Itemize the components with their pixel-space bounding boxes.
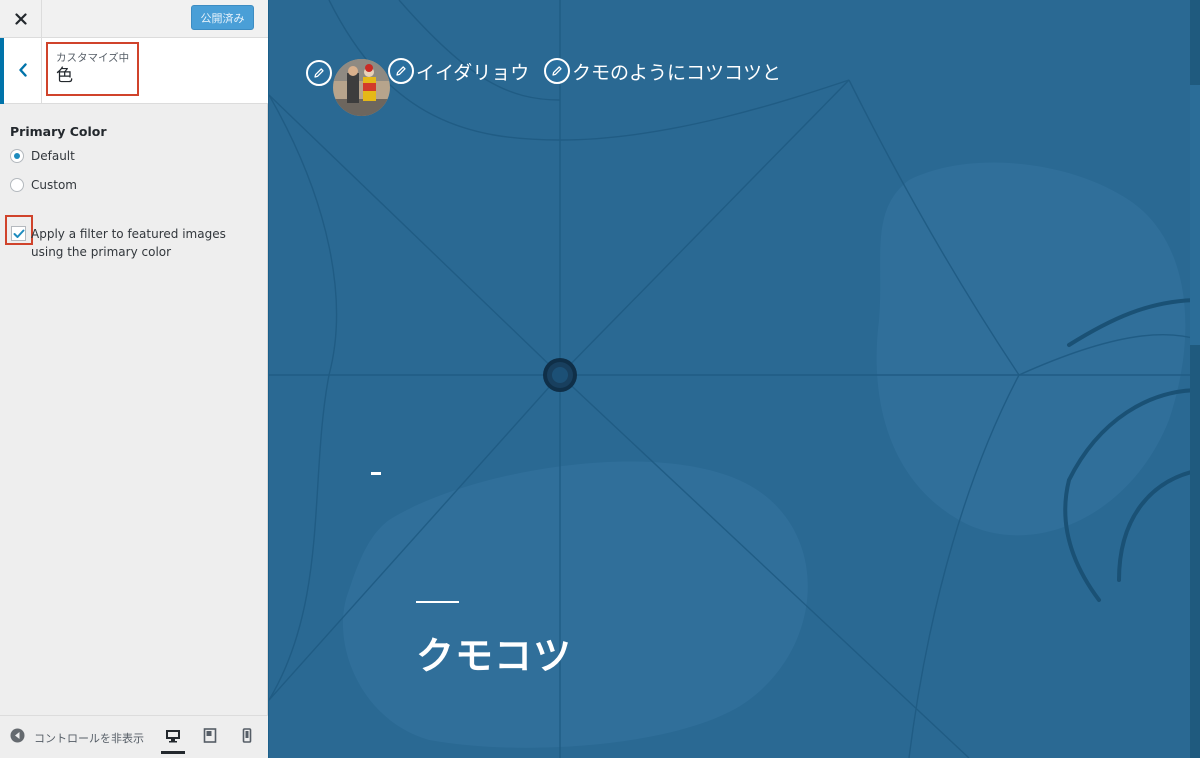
radio-default-label: Default bbox=[31, 149, 75, 163]
radio-default[interactable]: Default bbox=[10, 149, 75, 163]
customizer-footer: コントロールを非表示 bbox=[0, 715, 268, 758]
section-header: カスタマイズ中 色 bbox=[0, 38, 268, 104]
pencil-icon bbox=[395, 62, 407, 81]
radio-custom-label: Custom bbox=[31, 178, 77, 192]
site-preview[interactable] bbox=[269, 0, 1200, 758]
spider-web-background bbox=[269, 0, 1200, 758]
desktop-icon bbox=[165, 728, 181, 747]
device-mobile-button[interactable] bbox=[235, 725, 259, 749]
post-title[interactable]: クモコツ bbox=[416, 625, 572, 680]
edit-avatar-button[interactable] bbox=[306, 60, 332, 86]
radio-custom-input[interactable] bbox=[10, 178, 24, 192]
avatar-image bbox=[333, 59, 390, 116]
site-title[interactable]: イイダリョウ bbox=[416, 58, 529, 85]
filter-checkbox-label: Apply a filter to featured images using … bbox=[31, 227, 226, 259]
edit-site-title-button[interactable] bbox=[388, 58, 414, 84]
close-button[interactable] bbox=[0, 0, 42, 38]
primary-color-heading: Primary Color bbox=[10, 124, 107, 139]
customizer-sidebar: 公開済み カスタマイズ中 色 Primary Color Default Cus… bbox=[0, 0, 268, 758]
section-title-highlight: カスタマイズ中 色 bbox=[46, 42, 139, 96]
hide-controls-button[interactable]: コントロールを非表示 bbox=[10, 728, 144, 747]
device-desktop-button[interactable] bbox=[161, 724, 185, 754]
customizing-label: カスタマイズ中 bbox=[56, 52, 130, 64]
filter-checkbox[interactable] bbox=[11, 226, 26, 241]
section-title: 色 bbox=[56, 66, 73, 86]
back-button[interactable] bbox=[0, 38, 42, 104]
pencil-icon bbox=[551, 62, 563, 81]
edit-tagline-button[interactable] bbox=[544, 58, 570, 84]
tablet-icon bbox=[203, 727, 217, 747]
site-tagline[interactable]: クモのようにコツコツと bbox=[572, 58, 781, 85]
radio-custom[interactable]: Custom bbox=[10, 178, 77, 192]
pencil-icon bbox=[313, 64, 325, 83]
collapse-icon bbox=[10, 728, 25, 747]
dash-mark bbox=[371, 472, 381, 475]
color-controls: Primary Color Default Custom bbox=[10, 124, 260, 192]
checkmark-icon bbox=[13, 224, 25, 243]
publish-button[interactable]: 公開済み bbox=[191, 5, 254, 30]
radio-default-input[interactable] bbox=[10, 149, 24, 163]
device-tablet-button[interactable] bbox=[198, 725, 222, 749]
hide-controls-label: コントロールを非表示 bbox=[34, 731, 144, 745]
mobile-icon bbox=[242, 727, 252, 747]
customizer-topbar: 公開済み bbox=[0, 0, 268, 38]
close-icon bbox=[14, 10, 27, 29]
heading-rule bbox=[416, 601, 459, 603]
chevron-left-icon bbox=[18, 62, 28, 81]
avatar[interactable] bbox=[333, 59, 390, 116]
